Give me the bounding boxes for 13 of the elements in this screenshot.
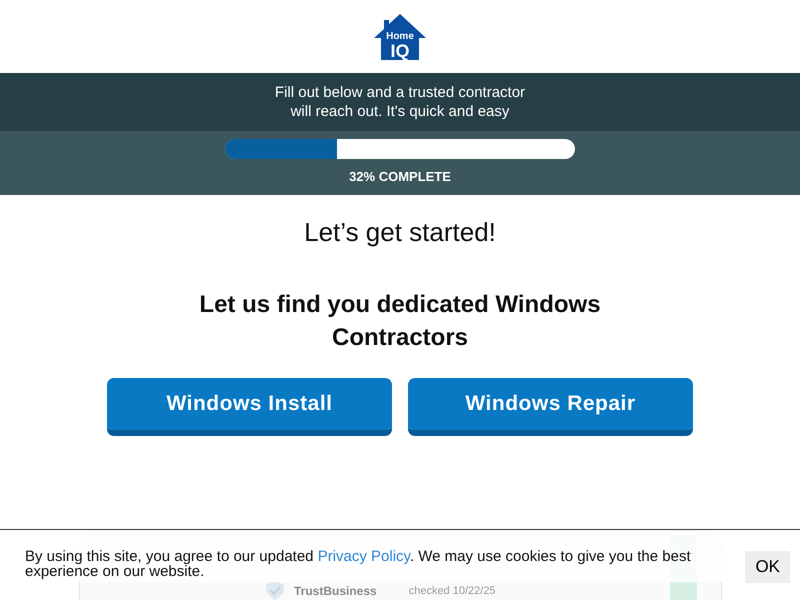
logo-icon: Home IQ: [372, 12, 428, 62]
option-button[interactable]: Windows Install: [107, 378, 392, 436]
badge-name: TrustBusiness: [294, 583, 377, 600]
greeting-text: Let’s get started!: [304, 216, 496, 249]
cookie-notice: By using this site, you agree to our updated Privacy Policy. We may use cookies to give you the best experience on our website.: [25, 549, 692, 579]
intro-text: Fill out below and a trusted contractor: [274, 83, 526, 102]
intro-text: will reach out. It's quick and easy: [290, 102, 510, 121]
heading: Let us find you dedicated Windows Contractors: [198, 290, 602, 353]
progress-label: 32% COMPLETE: [349, 168, 451, 186]
privacy-policy-link[interactable]: Privacy Policy: [318, 548, 410, 565]
ok-button[interactable]: OK: [745, 551, 790, 582]
badge-date: checked 10/22/25: [408, 584, 496, 599]
option-button[interactable]: Windows Repair: [408, 378, 693, 436]
